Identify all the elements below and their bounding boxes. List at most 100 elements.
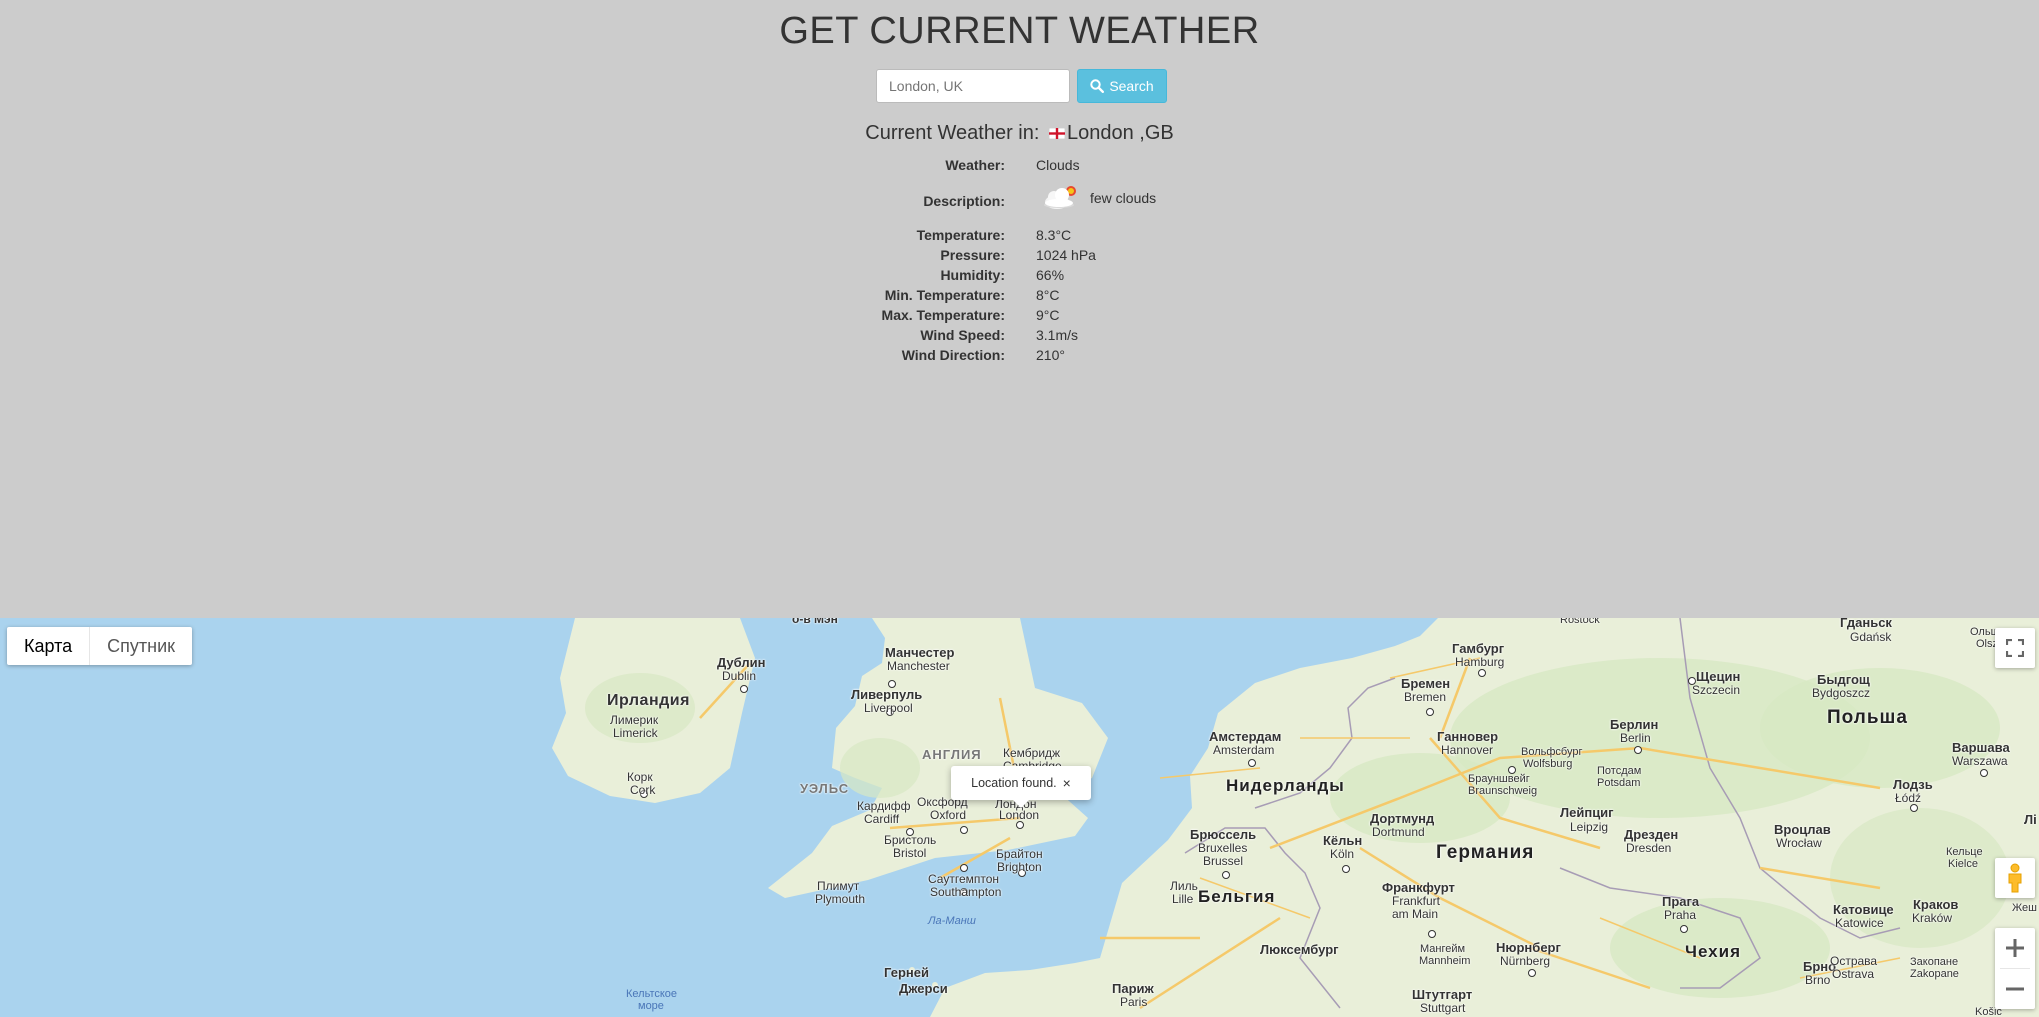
map-label: Praha bbox=[1664, 908, 1697, 922]
map-label: Берлин bbox=[1610, 717, 1659, 732]
minus-icon bbox=[2006, 987, 2024, 991]
city-dot bbox=[1680, 925, 1688, 933]
map-label: Лі bbox=[2024, 812, 2037, 827]
description-label: Description: bbox=[923, 193, 1005, 209]
few-clouds-icon bbox=[1036, 178, 1084, 221]
pegman-icon bbox=[2008, 863, 2022, 893]
city-dot bbox=[1248, 759, 1256, 767]
map-label: Гамбург bbox=[1452, 641, 1505, 656]
map-label: Dresden bbox=[1626, 841, 1672, 855]
map-label: Bristol bbox=[893, 846, 927, 860]
map-type-control: Карта Спутник bbox=[7, 627, 193, 665]
weather-value: Clouds bbox=[1036, 157, 1080, 173]
map-label: Ливерпуль bbox=[851, 687, 923, 702]
map-label: Wolfsburg bbox=[1523, 758, 1573, 770]
map-label: Cork bbox=[630, 783, 656, 797]
map-canvas[interactable]: о-в Мэн Манчестер Manchester Дублин Dubl… bbox=[0, 618, 2039, 1017]
map-label: Бельгия bbox=[1198, 887, 1276, 906]
gb-flag-icon bbox=[1048, 128, 1065, 139]
map-label: Лейпциг bbox=[1560, 805, 1614, 820]
map-label: Люксембург bbox=[1260, 942, 1339, 957]
wind-direction-label: Wind Direction: bbox=[901, 347, 1005, 363]
wind-speed-value: 3.1m/s bbox=[1036, 327, 1079, 343]
map-label: Ostrava bbox=[1832, 967, 1875, 981]
map-label: Польша bbox=[1827, 707, 1908, 728]
map-label: Oxford bbox=[930, 808, 967, 822]
wind-direction-value: 210° bbox=[1036, 347, 1065, 363]
map-label: London bbox=[999, 808, 1040, 822]
map-label: Ганновер bbox=[1437, 729, 1499, 744]
temperature-value: 8.3°C bbox=[1036, 227, 1072, 243]
map-label: Kraków bbox=[1912, 911, 1953, 925]
min-temperature-label: Min. Temperature: bbox=[884, 287, 1005, 303]
map-label: Ирландия bbox=[607, 692, 690, 709]
popup-text: Location found. bbox=[971, 776, 1057, 790]
map-label: Чехия bbox=[1685, 942, 1741, 961]
max-temperature-row: Max. Temperature: 9°C bbox=[800, 307, 1280, 327]
map-label: Braunschweig bbox=[1468, 785, 1538, 797]
temperature-row: Temperature: 8.3°C bbox=[800, 227, 1280, 247]
map-label: Southampton bbox=[930, 885, 1002, 899]
map-type-satellite-button[interactable]: Спутник bbox=[90, 627, 192, 665]
pressure-value: 1024 hPa bbox=[1036, 247, 1096, 263]
search-button[interactable]: Search bbox=[1077, 69, 1167, 103]
current-weather-prefix: Current Weather in: bbox=[865, 122, 1040, 144]
city-dot bbox=[1528, 969, 1536, 977]
map-label: Дортмунд bbox=[1370, 811, 1435, 826]
map-label: УЭЛЬС bbox=[800, 781, 850, 796]
map-type-map-button[interactable]: Карта bbox=[7, 627, 89, 665]
map-label: Ла-Манш bbox=[928, 915, 976, 927]
map-label: Liverpool bbox=[864, 701, 913, 715]
city-dot bbox=[1428, 930, 1436, 938]
fullscreen-button[interactable] bbox=[1995, 628, 2035, 668]
zoom-out-button[interactable] bbox=[1995, 969, 2035, 1009]
city-dot bbox=[960, 864, 968, 872]
map-label: Франкфурт bbox=[1382, 880, 1455, 895]
map-label: Zakopane bbox=[1910, 968, 1959, 980]
map-label: Жеш bbox=[2012, 902, 2037, 914]
min-temperature-row: Min. Temperature: 8°C bbox=[800, 287, 1280, 307]
map-label: am Main bbox=[1392, 907, 1439, 921]
map-label: Герней bbox=[884, 965, 929, 980]
map-label: Амстердам bbox=[1209, 729, 1282, 744]
map-label: Szczecin bbox=[1692, 683, 1741, 697]
city-dot bbox=[1478, 669, 1486, 677]
map-label: Щецин bbox=[1696, 669, 1741, 684]
map-label: Manchester bbox=[887, 659, 950, 673]
map-label: Nürnberg bbox=[1500, 954, 1551, 968]
map-label: Бремен bbox=[1401, 676, 1451, 691]
humidity-row: Humidity: 66% bbox=[800, 267, 1280, 287]
description-row: Description: few clouds bbox=[800, 186, 1280, 212]
map-label: Германия bbox=[1436, 842, 1535, 863]
close-icon[interactable]: × bbox=[1063, 775, 1071, 791]
weather-panel: GET CURRENT WEATHER Search Current Weath… bbox=[0, 0, 2039, 618]
pressure-row: Pressure: 1024 hPa bbox=[800, 247, 1280, 267]
map-label: Köln bbox=[1330, 847, 1355, 861]
search-input[interactable] bbox=[876, 69, 1070, 103]
city-dot bbox=[1910, 804, 1918, 812]
search-button-label: Search bbox=[1109, 78, 1154, 94]
city-dot bbox=[1634, 746, 1642, 754]
map-label: о-в Мэн bbox=[792, 618, 838, 626]
map-label: Plymouth bbox=[815, 892, 866, 906]
map-label: Cardiff bbox=[864, 812, 900, 826]
map-label: Bydgoszcz bbox=[1812, 686, 1871, 700]
city-dot bbox=[1342, 865, 1350, 873]
map-label: Paris bbox=[1120, 995, 1148, 1009]
map-label: Hamburg bbox=[1455, 655, 1505, 669]
map-label: Warszawa bbox=[1952, 754, 2008, 768]
map-label: Brussel bbox=[1203, 854, 1244, 868]
city-dot bbox=[1222, 871, 1230, 879]
map-label: Hannover bbox=[1441, 743, 1494, 757]
zoom-in-button[interactable] bbox=[1995, 928, 2035, 968]
map-label: Leipzig bbox=[1570, 820, 1609, 834]
city-dot bbox=[1426, 708, 1434, 716]
search-icon bbox=[1090, 79, 1105, 93]
zoom-control bbox=[1995, 928, 2035, 1009]
map-label: Лодзь bbox=[1893, 777, 1933, 792]
city-dot bbox=[1980, 769, 1988, 777]
city-dot bbox=[1016, 821, 1024, 829]
street-view-pegman-button[interactable] bbox=[1995, 858, 2035, 898]
map-label: Łódź bbox=[1895, 791, 1922, 805]
weather-label: Weather: bbox=[945, 157, 1005, 173]
